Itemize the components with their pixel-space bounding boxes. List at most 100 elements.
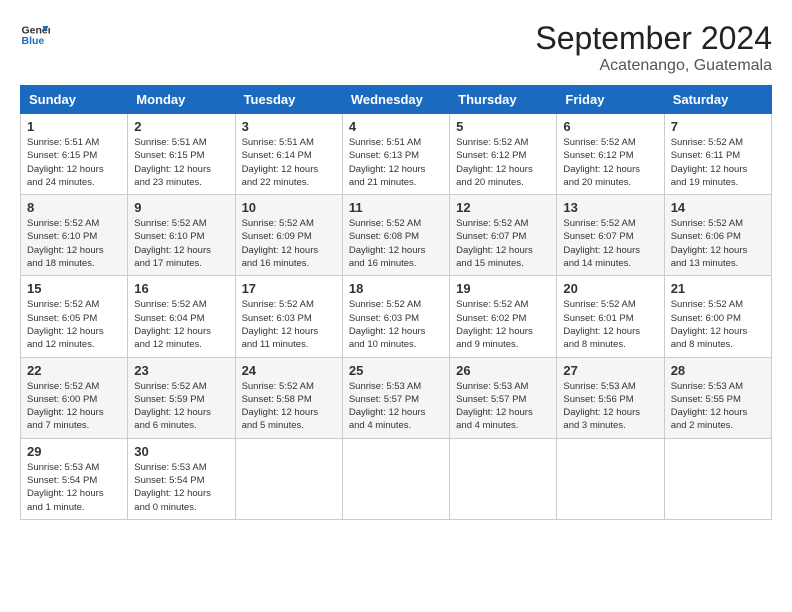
day-info: Sunrise: 5:52 AM Sunset: 6:03 PM Dayligh… — [349, 298, 443, 351]
day-info: Sunrise: 5:52 AM Sunset: 6:00 PM Dayligh… — [27, 380, 121, 433]
page-header: General Blue September 2024 Acatenango, … — [20, 20, 772, 75]
day-number: 10 — [242, 200, 336, 215]
day-number: 20 — [563, 281, 657, 296]
day-number: 11 — [349, 200, 443, 215]
day-number: 26 — [456, 363, 550, 378]
day-info: Sunrise: 5:52 AM Sunset: 6:01 PM Dayligh… — [563, 298, 657, 351]
day-number: 19 — [456, 281, 550, 296]
calendar-cell: 12 Sunrise: 5:52 AM Sunset: 6:07 PM Dayl… — [450, 195, 557, 276]
day-info: Sunrise: 5:53 AM Sunset: 5:55 PM Dayligh… — [671, 380, 765, 433]
day-number: 9 — [134, 200, 228, 215]
calendar-cell: 30 Sunrise: 5:53 AM Sunset: 5:54 PM Dayl… — [128, 438, 235, 519]
day-info: Sunrise: 5:52 AM Sunset: 6:07 PM Dayligh… — [563, 217, 657, 270]
day-number: 23 — [134, 363, 228, 378]
calendar-cell: 28 Sunrise: 5:53 AM Sunset: 5:55 PM Dayl… — [664, 357, 771, 438]
day-info: Sunrise: 5:53 AM Sunset: 5:57 PM Dayligh… — [349, 380, 443, 433]
calendar-cell: 8 Sunrise: 5:52 AM Sunset: 6:10 PM Dayli… — [21, 195, 128, 276]
calendar-cell: 22 Sunrise: 5:52 AM Sunset: 6:00 PM Dayl… — [21, 357, 128, 438]
calendar-cell: 25 Sunrise: 5:53 AM Sunset: 5:57 PM Dayl… — [342, 357, 449, 438]
day-info: Sunrise: 5:52 AM Sunset: 6:12 PM Dayligh… — [456, 136, 550, 189]
calendar-cell: 21 Sunrise: 5:52 AM Sunset: 6:00 PM Dayl… — [664, 276, 771, 357]
col-sunday: Sunday — [21, 86, 128, 114]
day-info: Sunrise: 5:53 AM Sunset: 5:54 PM Dayligh… — [27, 461, 121, 514]
calendar-row-4: 22 Sunrise: 5:52 AM Sunset: 6:00 PM Dayl… — [21, 357, 772, 438]
day-info: Sunrise: 5:52 AM Sunset: 6:05 PM Dayligh… — [27, 298, 121, 351]
calendar-cell: 27 Sunrise: 5:53 AM Sunset: 5:56 PM Dayl… — [557, 357, 664, 438]
calendar-cell: 24 Sunrise: 5:52 AM Sunset: 5:58 PM Dayl… — [235, 357, 342, 438]
calendar-cell — [664, 438, 771, 519]
day-number: 8 — [27, 200, 121, 215]
calendar-cell — [557, 438, 664, 519]
day-number: 24 — [242, 363, 336, 378]
day-info: Sunrise: 5:51 AM Sunset: 6:13 PM Dayligh… — [349, 136, 443, 189]
day-number: 4 — [349, 119, 443, 134]
calendar-cell: 14 Sunrise: 5:52 AM Sunset: 6:06 PM Dayl… — [664, 195, 771, 276]
day-info: Sunrise: 5:52 AM Sunset: 6:06 PM Dayligh… — [671, 217, 765, 270]
calendar-cell: 5 Sunrise: 5:52 AM Sunset: 6:12 PM Dayli… — [450, 114, 557, 195]
day-number: 3 — [242, 119, 336, 134]
day-number: 5 — [456, 119, 550, 134]
location: Acatenango, Guatemala — [535, 57, 772, 75]
day-info: Sunrise: 5:52 AM Sunset: 6:00 PM Dayligh… — [671, 298, 765, 351]
calendar-cell: 3 Sunrise: 5:51 AM Sunset: 6:14 PM Dayli… — [235, 114, 342, 195]
day-number: 15 — [27, 281, 121, 296]
calendar-cell — [342, 438, 449, 519]
day-number: 30 — [134, 444, 228, 459]
day-info: Sunrise: 5:53 AM Sunset: 5:56 PM Dayligh… — [563, 380, 657, 433]
col-tuesday: Tuesday — [235, 86, 342, 114]
calendar-table: Sunday Monday Tuesday Wednesday Thursday… — [20, 85, 772, 520]
col-friday: Friday — [557, 86, 664, 114]
col-thursday: Thursday — [450, 86, 557, 114]
day-number: 14 — [671, 200, 765, 215]
logo-icon: General Blue — [20, 20, 50, 50]
calendar-cell: 7 Sunrise: 5:52 AM Sunset: 6:11 PM Dayli… — [664, 114, 771, 195]
calendar-row-2: 8 Sunrise: 5:52 AM Sunset: 6:10 PM Dayli… — [21, 195, 772, 276]
column-headers: Sunday Monday Tuesday Wednesday Thursday… — [21, 86, 772, 114]
day-number: 13 — [563, 200, 657, 215]
calendar-cell: 20 Sunrise: 5:52 AM Sunset: 6:01 PM Dayl… — [557, 276, 664, 357]
day-number: 1 — [27, 119, 121, 134]
day-number: 29 — [27, 444, 121, 459]
calendar-cell: 29 Sunrise: 5:53 AM Sunset: 5:54 PM Dayl… — [21, 438, 128, 519]
calendar-cell: 15 Sunrise: 5:52 AM Sunset: 6:05 PM Dayl… — [21, 276, 128, 357]
day-info: Sunrise: 5:52 AM Sunset: 6:03 PM Dayligh… — [242, 298, 336, 351]
day-info: Sunrise: 5:52 AM Sunset: 6:07 PM Dayligh… — [456, 217, 550, 270]
day-info: Sunrise: 5:52 AM Sunset: 5:58 PM Dayligh… — [242, 380, 336, 433]
day-info: Sunrise: 5:53 AM Sunset: 5:54 PM Dayligh… — [134, 461, 228, 514]
day-number: 7 — [671, 119, 765, 134]
col-wednesday: Wednesday — [342, 86, 449, 114]
day-info: Sunrise: 5:51 AM Sunset: 6:15 PM Dayligh… — [27, 136, 121, 189]
day-info: Sunrise: 5:51 AM Sunset: 6:15 PM Dayligh… — [134, 136, 228, 189]
day-info: Sunrise: 5:53 AM Sunset: 5:57 PM Dayligh… — [456, 380, 550, 433]
day-info: Sunrise: 5:52 AM Sunset: 6:09 PM Dayligh… — [242, 217, 336, 270]
calendar-cell: 23 Sunrise: 5:52 AM Sunset: 5:59 PM Dayl… — [128, 357, 235, 438]
day-number: 17 — [242, 281, 336, 296]
calendar-cell: 10 Sunrise: 5:52 AM Sunset: 6:09 PM Dayl… — [235, 195, 342, 276]
day-number: 6 — [563, 119, 657, 134]
calendar-cell: 16 Sunrise: 5:52 AM Sunset: 6:04 PM Dayl… — [128, 276, 235, 357]
day-number: 28 — [671, 363, 765, 378]
calendar-cell: 2 Sunrise: 5:51 AM Sunset: 6:15 PM Dayli… — [128, 114, 235, 195]
calendar-cell: 26 Sunrise: 5:53 AM Sunset: 5:57 PM Dayl… — [450, 357, 557, 438]
calendar-cell: 1 Sunrise: 5:51 AM Sunset: 6:15 PM Dayli… — [21, 114, 128, 195]
title-block: September 2024 Acatenango, Guatemala — [535, 20, 772, 75]
day-number: 18 — [349, 281, 443, 296]
logo: General Blue — [20, 20, 50, 50]
calendar-cell: 4 Sunrise: 5:51 AM Sunset: 6:13 PM Dayli… — [342, 114, 449, 195]
day-number: 25 — [349, 363, 443, 378]
calendar-cell: 9 Sunrise: 5:52 AM Sunset: 6:10 PM Dayli… — [128, 195, 235, 276]
day-info: Sunrise: 5:52 AM Sunset: 6:10 PM Dayligh… — [134, 217, 228, 270]
calendar-row-5: 29 Sunrise: 5:53 AM Sunset: 5:54 PM Dayl… — [21, 438, 772, 519]
calendar-cell: 18 Sunrise: 5:52 AM Sunset: 6:03 PM Dayl… — [342, 276, 449, 357]
day-info: Sunrise: 5:51 AM Sunset: 6:14 PM Dayligh… — [242, 136, 336, 189]
day-number: 2 — [134, 119, 228, 134]
calendar-cell: 11 Sunrise: 5:52 AM Sunset: 6:08 PM Dayl… — [342, 195, 449, 276]
day-info: Sunrise: 5:52 AM Sunset: 6:12 PM Dayligh… — [563, 136, 657, 189]
col-monday: Monday — [128, 86, 235, 114]
day-number: 27 — [563, 363, 657, 378]
calendar-cell: 13 Sunrise: 5:52 AM Sunset: 6:07 PM Dayl… — [557, 195, 664, 276]
month-year: September 2024 — [535, 20, 772, 57]
day-info: Sunrise: 5:52 AM Sunset: 6:11 PM Dayligh… — [671, 136, 765, 189]
day-number: 22 — [27, 363, 121, 378]
day-info: Sunrise: 5:52 AM Sunset: 6:02 PM Dayligh… — [456, 298, 550, 351]
